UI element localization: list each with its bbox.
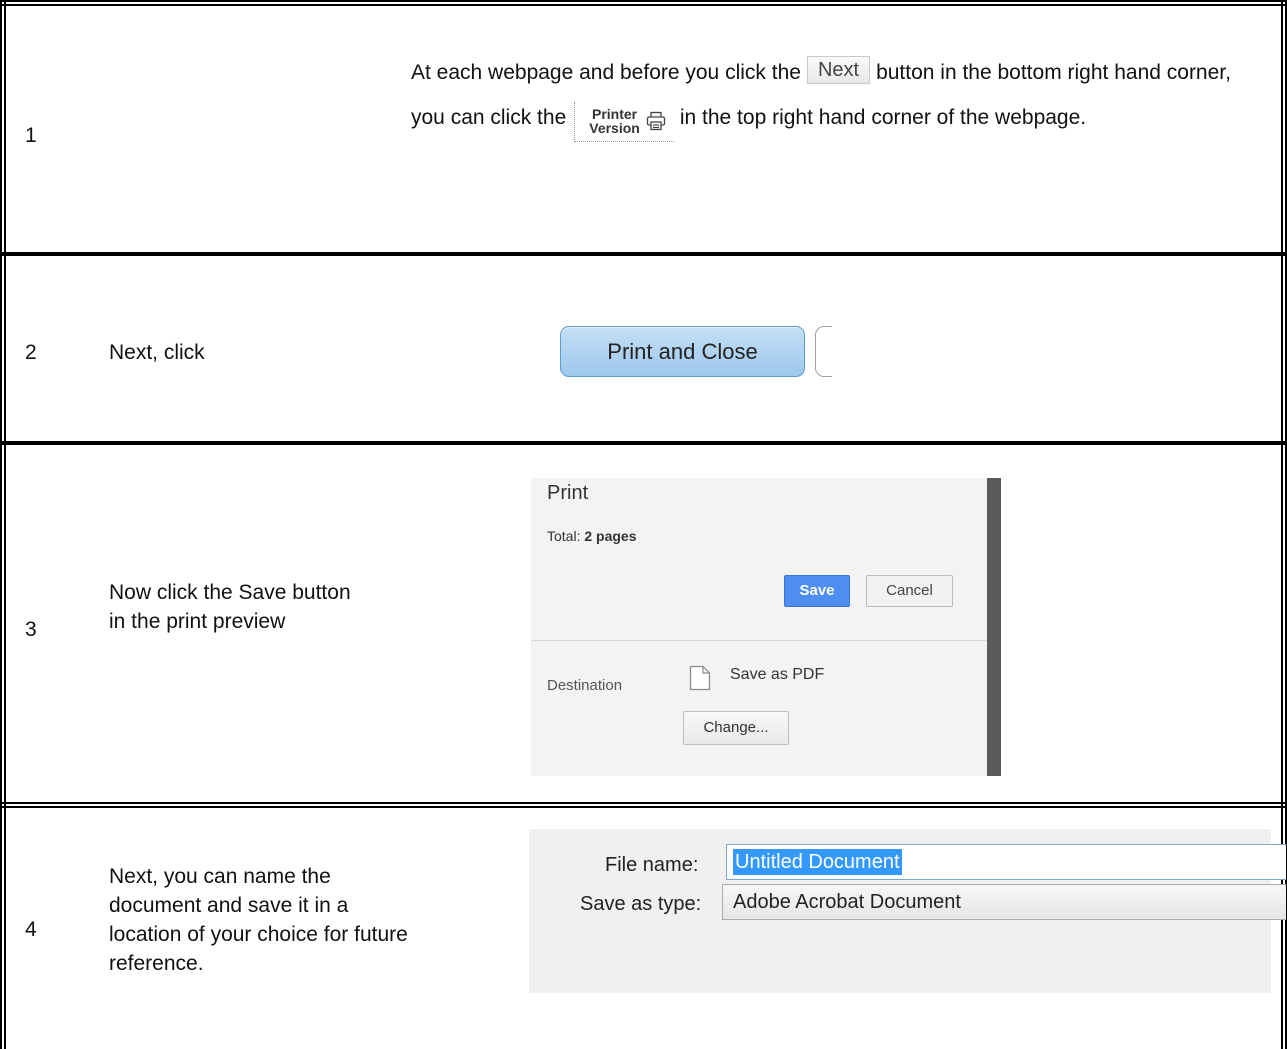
instruction-table: 1 At each webpage and before you click t… <box>0 0 1287 1049</box>
total-prefix: Total: <box>547 528 585 544</box>
step-number: 4 <box>25 918 37 941</box>
step-number: 2 <box>25 341 37 364</box>
print-and-close-button[interactable]: Print and Close <box>560 326 805 377</box>
step-1-text-c: in the top right hand corner of the webp… <box>679 106 1087 129</box>
total-pages: Total: 2 pages <box>547 528 637 544</box>
save-dialog-panel: File name: Untitled Document Save as typ… <box>529 829 1286 993</box>
printer-version-example: Printer Version <box>574 102 674 143</box>
destination-label: Destination <box>547 677 623 694</box>
save-button[interactable]: Save <box>784 575 850 607</box>
preview-edge <box>987 478 1001 776</box>
document-icon <box>689 665 711 691</box>
table-border-left <box>0 0 6 1049</box>
table-border-top <box>0 0 1287 6</box>
row-divider <box>0 252 1287 256</box>
cancel-button[interactable]: Cancel <box>866 575 953 607</box>
step-1-text-a: At each webpage and before you click the <box>411 61 801 84</box>
screenshot-crop <box>832 320 852 382</box>
step-4-text: Next, you can name the document and save… <box>109 865 408 975</box>
print-title: Print <box>547 482 589 504</box>
destination-value: Save as PDF <box>730 666 825 683</box>
step-number: 3 <box>25 618 37 641</box>
change-button[interactable]: Change... <box>683 711 789 745</box>
step-number: 1 <box>25 124 37 147</box>
file-name-input[interactable]: Untitled Document <box>726 844 1286 880</box>
step-2-text: Next, click <box>109 341 205 364</box>
divider <box>531 640 987 641</box>
next-button-example: Next <box>806 56 871 85</box>
printer-version-label: Printer Version <box>589 107 640 135</box>
step-3-text: Now click the Save button in the print p… <box>109 581 351 633</box>
printer-label-line2: Version <box>589 119 640 136</box>
printer-icon <box>646 111 665 131</box>
file-name-value: Untitled Document <box>733 849 902 875</box>
save-type-label: Save as type: <box>580 893 702 915</box>
save-type-select[interactable]: Adobe Acrobat Document <box>722 884 1286 920</box>
step-1-text: At each webpage and before you click the… <box>411 50 1241 143</box>
file-name-label: File name: <box>605 854 699 876</box>
total-value: 2 pages <box>584 528 637 544</box>
print-preview-panel: Print Total: 2 pages Save Cancel Destina… <box>531 478 1001 776</box>
row-divider <box>0 441 1287 445</box>
row-divider <box>0 802 1287 808</box>
